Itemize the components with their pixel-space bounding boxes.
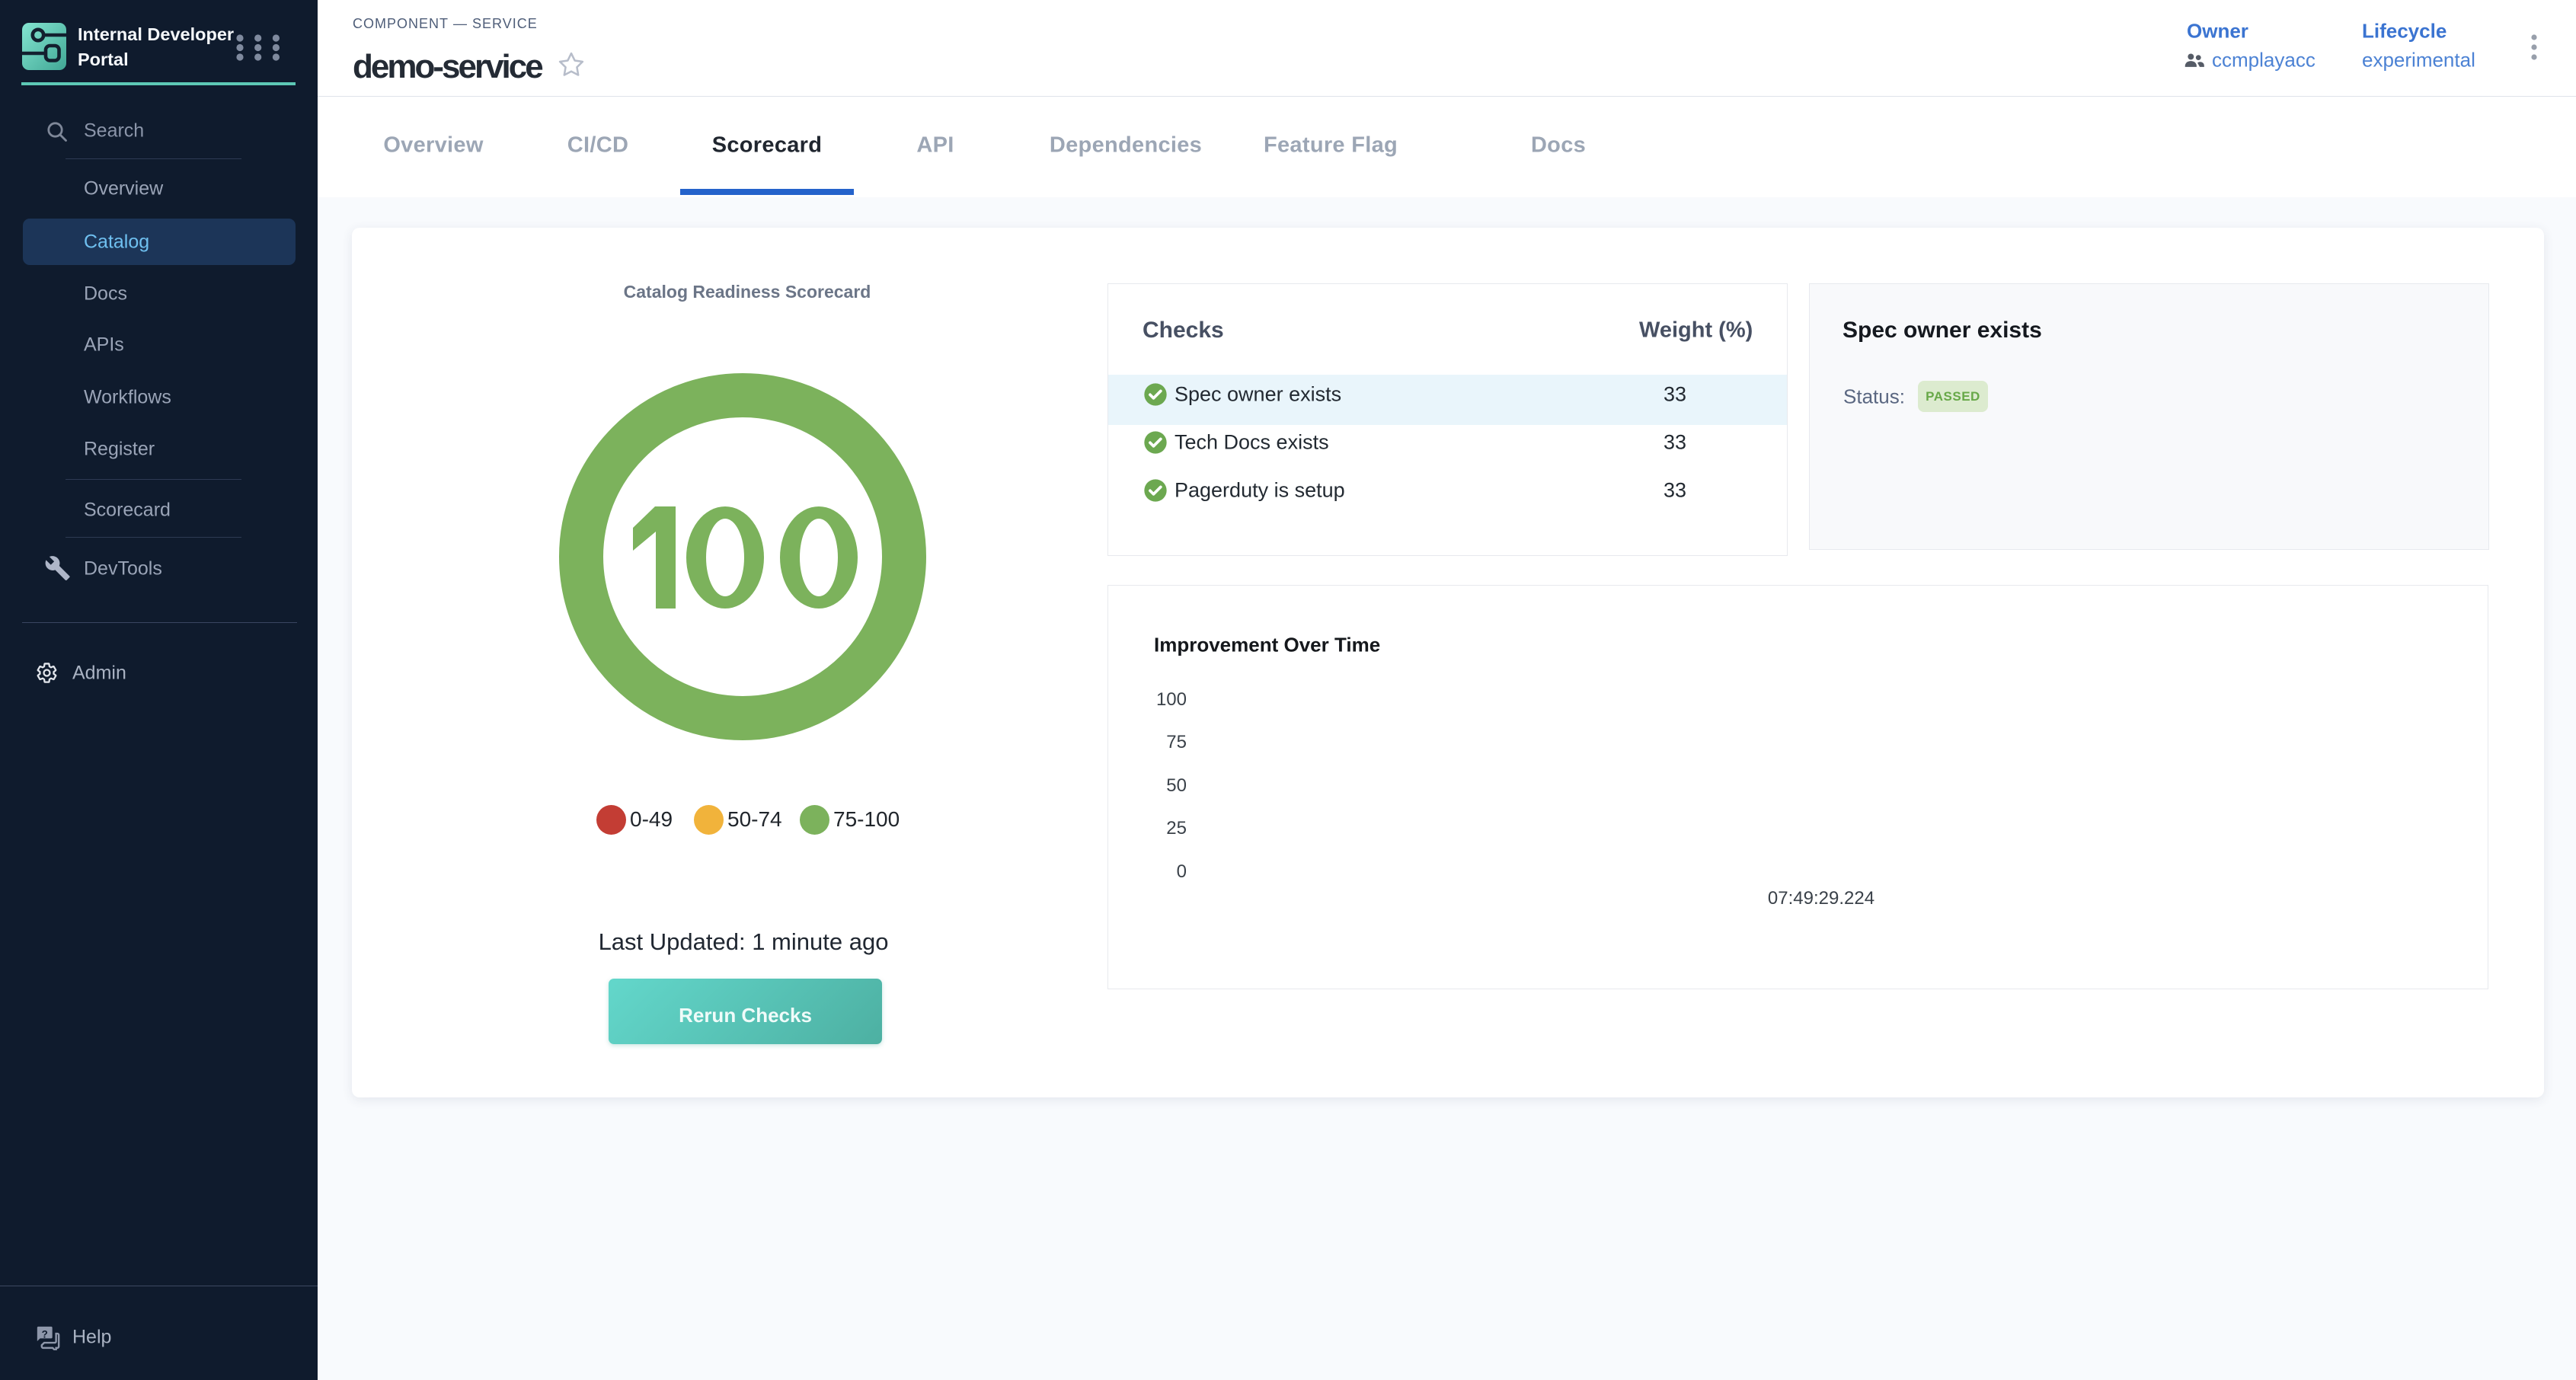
svg-text:?: ? — [42, 1328, 48, 1340]
